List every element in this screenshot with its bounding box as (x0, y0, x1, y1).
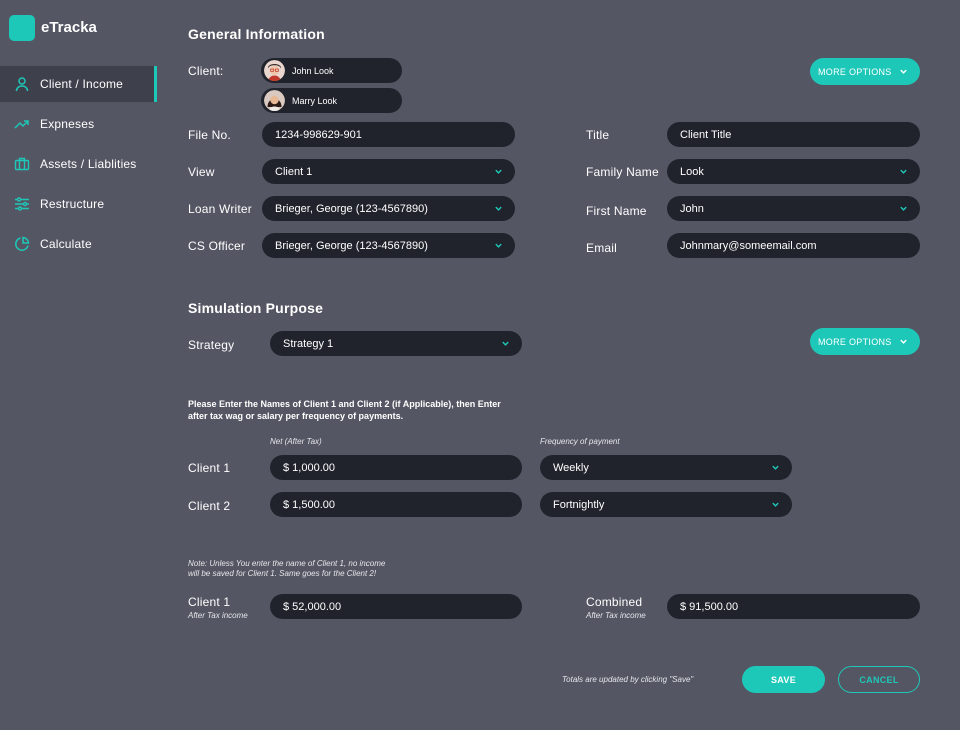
client-chip-name: John Look (292, 65, 334, 76)
avatar (264, 90, 285, 111)
loan-writer-value: Brieger, George (123-4567890) (275, 202, 428, 215)
cs-officer-label: CS Officer (188, 239, 246, 253)
chevron-down-icon (900, 206, 907, 211)
loan-writer-label: Loan Writer (188, 202, 253, 216)
pie-chart-icon (15, 236, 30, 251)
file-no-field[interactable]: 1234-998629-901 (262, 122, 515, 147)
client1-net-input[interactable]: $ 1,000.00 (270, 455, 522, 480)
instructions-line: after tax wag or salary per frequency of… (188, 411, 404, 421)
chevron-down-icon (900, 69, 907, 74)
first-name-value: John (680, 202, 704, 215)
client1-frequency-select[interactable]: Weekly (540, 455, 792, 480)
income-note: Note: Unless You enter the name of Clien… (188, 559, 385, 579)
note-line: Note: Unless You enter the name of Clien… (188, 559, 386, 568)
file-no-label: File No. (188, 128, 231, 142)
client1-frequency-value: Weekly (553, 461, 589, 474)
frequency-header: Frequency of payment (540, 437, 620, 446)
general-info-title: General Information (188, 26, 325, 42)
title-label: Title (586, 128, 610, 142)
chevron-down-icon (495, 243, 502, 248)
view-select[interactable]: Client 1 (262, 159, 515, 184)
more-options-label: MORE OPTIONS (818, 66, 892, 77)
logo-icon (9, 15, 35, 41)
chevron-down-icon (772, 465, 779, 470)
client1-total-label: Client 1 (188, 595, 231, 609)
family-name-label: Family Name (586, 165, 659, 179)
email-label: Email (586, 241, 618, 255)
save-button[interactable]: SAVE (742, 666, 825, 693)
client2-frequency-select[interactable]: Fortnightly (540, 492, 792, 517)
client2-net-input[interactable]: $ 1,500.00 (270, 492, 522, 517)
chevron-down-icon (502, 341, 509, 346)
income-row-label: Client 2 (188, 499, 231, 513)
client-chip-john[interactable]: John Look (261, 58, 402, 83)
sidebar-item-calculate[interactable]: Calculate (0, 226, 157, 262)
simulation-purpose-title: Simulation Purpose (188, 300, 324, 316)
client-chip-marry[interactable]: Marry Look (261, 88, 402, 113)
save-hint: Totals are updated by clicking "Save" (562, 675, 694, 684)
avatar (264, 60, 285, 81)
combined-total-sublabel: After Tax income (586, 611, 646, 620)
chevron-down-icon (900, 169, 907, 174)
email-field[interactable]: Johnmary@someemail.com (667, 233, 920, 258)
first-name-label: First Name (586, 204, 647, 218)
client1-total-sublabel: After Tax income (188, 611, 248, 620)
combined-total-value: $ 91,500.00 (680, 600, 739, 613)
client2-frequency-value: Fortnightly (553, 498, 605, 511)
family-name-value: Look (680, 165, 704, 178)
strategy-select[interactable]: Strategy 1 (270, 331, 522, 356)
sliders-icon (15, 197, 29, 211)
sidebar-item-label: Assets / Liablities (40, 157, 137, 171)
net-header: Net (After Tax) (270, 437, 322, 446)
income-row-label: Client 1 (188, 461, 231, 475)
instructions: Please Enter the Names of Client 1 and C… (188, 398, 501, 422)
sidebar-item-expenses[interactable]: Expneses (0, 106, 157, 142)
sidebar-item-assets-liabilities[interactable]: Assets / Liablities (0, 146, 157, 182)
note-line: will be saved for Client 1. Same goes fo… (188, 569, 377, 578)
sidebar-item-label: Calculate (40, 237, 92, 251)
sidebar-item-label: Expneses (40, 117, 95, 131)
trend-up-icon (14, 120, 29, 129)
chevron-down-icon (495, 206, 502, 211)
title-value: Client Title (680, 128, 732, 141)
strategy-label: Strategy (188, 338, 235, 352)
combined-total-label: Combined (586, 595, 643, 609)
chevron-down-icon (495, 169, 502, 174)
sidebar-item-label: Restructure (40, 197, 105, 211)
title-field[interactable]: Client Title (667, 122, 920, 147)
sidebar-item-client-income[interactable]: Client / Income (0, 66, 157, 102)
more-options-button[interactable]: MORE OPTIONS (810, 58, 920, 85)
client-chip-name: Marry Look (292, 95, 338, 106)
view-label: View (188, 165, 215, 179)
client-label: Client: (188, 64, 224, 78)
cancel-button[interactable]: CANCEL (838, 666, 920, 693)
app-name: eTracka (41, 19, 97, 36)
chevron-down-icon (900, 339, 907, 344)
client1-net-value: $ 1,000.00 (283, 461, 335, 474)
strategy-value: Strategy 1 (283, 337, 334, 350)
client1-total-field: $ 52,000.00 (270, 594, 522, 619)
combined-total-field: $ 91,500.00 (667, 594, 920, 619)
loan-writer-select[interactable]: Brieger, George (123-4567890) (262, 196, 515, 221)
briefcase-icon (14, 157, 30, 171)
chevron-down-icon (772, 502, 779, 507)
cs-officer-value: Brieger, George (123-4567890) (275, 239, 428, 252)
sidebar-item-restructure[interactable]: Restructure (0, 186, 157, 222)
cs-officer-select[interactable]: Brieger, George (123-4567890) (262, 233, 515, 258)
person-icon (15, 77, 29, 92)
simulation-more-options-button[interactable]: MORE OPTIONS (810, 328, 920, 355)
family-name-select[interactable]: Look (667, 159, 920, 184)
sidebar-item-label: Client / Income (40, 77, 124, 91)
instructions-line: Please Enter the Names of Client 1 and C… (188, 399, 501, 409)
email-value: Johnmary@someemail.com (680, 239, 817, 252)
more-options-label: MORE OPTIONS (818, 336, 892, 347)
file-no-value: 1234-998629-901 (275, 128, 362, 141)
client2-net-value: $ 1,500.00 (283, 498, 335, 511)
view-value: Client 1 (275, 165, 313, 178)
client1-total-value: $ 52,000.00 (283, 600, 342, 613)
sidebar: eTracka Client / Income Expneses Assets … (0, 0, 160, 730)
first-name-select[interactable]: John (667, 196, 920, 221)
